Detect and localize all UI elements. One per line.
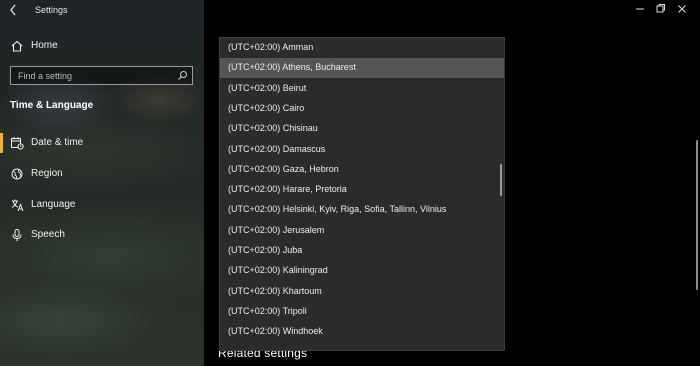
nav-item-label: Language: [31, 199, 76, 210]
section-heading: Time & Language: [10, 100, 94, 111]
nav-item-date-time[interactable]: Date & time: [0, 131, 204, 155]
time-zone-dropdown-list[interactable]: (UTC+02:00) Amman (UTC+02:00) Athens, Bu…: [219, 37, 505, 351]
language-icon: [11, 199, 24, 212]
time-zone-option-label: (UTC+02:00) Athens, Bucharest: [228, 62, 356, 73]
time-zone-option-label: (UTC+02:00) Gaza, Hebron: [228, 163, 339, 174]
time-zone-option-label: (UTC+02:00) Kaliningrad: [228, 265, 328, 276]
time-zone-option[interactable]: (UTC+02:00) Kaliningrad: [220, 261, 504, 281]
list-scrollbar-thumb[interactable]: [500, 164, 502, 196]
nav-item-speech[interactable]: Speech: [0, 223, 204, 247]
title-bar: Settings: [0, 0, 204, 22]
navigation-pane: Settings Home Time & Language Date & tim…: [0, 0, 204, 366]
globe-icon: [11, 168, 23, 180]
time-zone-option[interactable]: (UTC+02:00) Tripoli: [220, 302, 504, 322]
time-zone-option[interactable]: (UTC+02:00) Juba: [220, 241, 504, 261]
time-zone-option[interactable]: (UTC+02:00) Damascus: [220, 140, 504, 160]
search-icon[interactable]: [177, 70, 188, 81]
time-zone-option-label: (UTC+02:00) Cairo: [228, 102, 305, 113]
time-zone-option-selected[interactable]: (UTC+02:00) Athens, Bucharest: [220, 58, 504, 79]
time-zone-option-label: (UTC+02:00) Tripoli: [228, 305, 307, 316]
time-zone-option[interactable]: (UTC+02:00) Gaza, Hebron: [220, 160, 504, 180]
nav-item-language[interactable]: Language: [0, 193, 204, 217]
home-icon: [11, 40, 23, 52]
time-zone-option-label: (UTC+02:00) Helsinki, Kyiv, Riga, Sofia,…: [228, 204, 447, 215]
page-scrollbar[interactable]: [696, 140, 698, 290]
time-zone-option[interactable]: (UTC+02:00) Windhoek: [220, 322, 504, 342]
nav-item-region[interactable]: Region: [0, 162, 204, 186]
time-zone-option[interactable]: (UTC+02:00) Chisinau: [220, 119, 504, 139]
time-zone-option[interactable]: (UTC+02:00) Cairo: [220, 99, 504, 119]
app-title: Settings: [35, 5, 68, 15]
time-zone-option-label: (UTC+02:00) Windhoek: [228, 326, 323, 337]
microphone-icon: [12, 229, 22, 241]
nav-item-label: Speech: [31, 229, 65, 240]
time-zone-option[interactable]: (UTC+02:00) Harare, Pretoria: [220, 180, 504, 200]
minimize-icon[interactable]: [634, 3, 646, 15]
time-zone-option-label: (UTC+02:00) Harare, Pretoria: [228, 184, 347, 195]
nav-home-label: Home: [31, 40, 58, 51]
time-zone-option-label: (UTC+02:00) Juba: [228, 245, 303, 255]
nav-item-label: Date & time: [31, 137, 84, 148]
time-zone-option-label: (UTC+02:00) Jerusalem: [228, 224, 325, 235]
search-input[interactable]: [11, 67, 171, 84]
time-zone-option[interactable]: (UTC+02:00) Helsinki, Kyiv, Riga, Sofia,…: [220, 200, 504, 220]
time-zone-option-label: (UTC+02:00) Khartoum: [228, 285, 322, 296]
close-icon[interactable]: [676, 3, 688, 15]
calendar-clock-icon: [11, 137, 24, 150]
nav-home[interactable]: Home: [0, 34, 204, 58]
search-box[interactable]: [10, 66, 193, 85]
back-arrow-icon[interactable]: [8, 3, 18, 17]
time-zone-option[interactable]: (UTC+02:00) Beirut: [220, 79, 504, 99]
time-zone-option-label: (UTC+02:00) Chisinau: [228, 123, 318, 134]
time-zone-option-label: (UTC+02:00) Amman: [228, 42, 314, 52]
maximize-icon[interactable]: [654, 3, 666, 15]
nav-item-label: Region: [31, 168, 63, 179]
time-zone-option-label: (UTC+02:00) Damascus: [228, 143, 326, 154]
time-zone-option[interactable]: (UTC+02:00) Jerusalem: [220, 221, 504, 241]
time-zone-option[interactable]: (UTC+02:00) Amman: [220, 38, 504, 58]
time-zone-option-label: (UTC+02:00) Beirut: [228, 82, 307, 93]
time-zone-option[interactable]: (UTC+02:00) Khartoum: [220, 282, 504, 302]
